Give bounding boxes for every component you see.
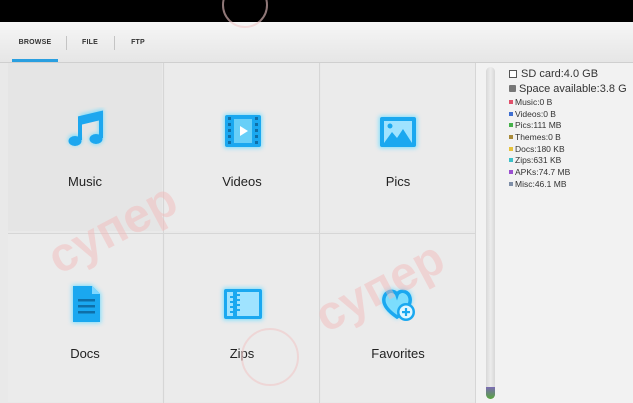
film-strip-icon (224, 114, 262, 148)
storage-item-swatch (509, 123, 513, 128)
storage-item: Videos:0 B (509, 108, 633, 120)
storage-item-swatch (509, 169, 513, 174)
tab-browse[interactable]: BROWSE (6, 22, 64, 62)
sd-card-icon (509, 69, 517, 78)
file-manager-screen: BROWSE FILE FTP Music Videos Pics Docs Z… (0, 0, 633, 403)
storage-item: Themes:0 B (509, 131, 633, 143)
tab-ftp-label: FTP (131, 38, 145, 46)
sd-card-row: SD card:4.0 GB (509, 66, 633, 81)
storage-item-text: Music:0 B (515, 96, 553, 107)
storage-item-swatch (509, 181, 513, 186)
tab-ftp[interactable]: FTP (118, 22, 158, 62)
tab-file-label: FILE (82, 38, 98, 46)
storage-summary: SD card:4.0 GB Space available:3.8 G Mus… (509, 66, 633, 190)
category-videos-label: Videos (222, 174, 262, 189)
category-music[interactable]: Music (8, 63, 162, 231)
storage-item: Docs:180 KB (509, 143, 633, 155)
storage-panel: SD card:4.0 GB Space available:3.8 G Mus… (476, 63, 633, 403)
storage-item-text: Themes:0 B (515, 131, 561, 142)
category-favorites-label: Favorites (371, 346, 425, 361)
picture-icon (379, 116, 417, 148)
grid-divider (8, 233, 475, 234)
storage-item-text: Zips:631 KB (515, 155, 562, 166)
storage-item-text: Docs:180 KB (515, 143, 565, 154)
category-zips-label: Zips (229, 346, 255, 361)
space-available-text: Space available:3.8 G (519, 82, 627, 95)
category-pics-label: Pics (385, 174, 411, 189)
storage-item-text: Misc:46.1 MB (515, 178, 567, 189)
tab-divider (66, 36, 67, 50)
status-bar (0, 0, 633, 22)
music-note-icon (68, 108, 104, 146)
tab-bar: BROWSE FILE FTP (0, 22, 633, 63)
storage-item-swatch (509, 146, 513, 151)
category-zips[interactable]: Zips (165, 234, 319, 402)
tab-file[interactable]: FILE (70, 22, 110, 62)
storage-item-text: Videos:0 B (515, 108, 556, 119)
space-available-row: Space available:3.8 G (509, 81, 633, 96)
sd-card-text: SD card:4.0 GB (521, 67, 599, 80)
storage-item-text: Pics:111 MB (515, 120, 562, 131)
storage-icon (509, 85, 516, 92)
tab-browse-label: BROWSE (18, 38, 52, 46)
category-favorites[interactable]: Favorites (321, 234, 475, 402)
category-videos[interactable]: Videos (165, 63, 319, 231)
storage-usage-fill (486, 387, 495, 399)
zip-archive-icon (223, 288, 263, 320)
storage-item-swatch (509, 99, 513, 104)
storage-item-swatch (509, 134, 513, 139)
storage-item: Zips:631 KB (509, 154, 633, 166)
category-docs-label: Docs (70, 346, 100, 361)
category-pics[interactable]: Pics (321, 63, 475, 231)
storage-item: Music:0 B (509, 96, 633, 108)
storage-item: APKs:74.7 MB (509, 166, 633, 178)
category-docs[interactable]: Docs (8, 234, 162, 402)
storage-item-swatch (509, 111, 513, 116)
document-icon (72, 285, 101, 323)
tab-divider (114, 36, 115, 50)
category-music-label: Music (68, 174, 102, 189)
storage-item: Pics:111 MB (509, 119, 633, 131)
storage-usage-bar[interactable] (486, 67, 495, 399)
storage-item-swatch (509, 158, 513, 163)
storage-item: Misc:46.1 MB (509, 178, 633, 190)
heart-plus-icon (381, 288, 415, 321)
storage-breakdown: Music:0 B Videos:0 B Pics:111 MB Themes:0 B… (509, 96, 633, 190)
storage-item-text: APKs:74.7 MB (515, 166, 571, 177)
